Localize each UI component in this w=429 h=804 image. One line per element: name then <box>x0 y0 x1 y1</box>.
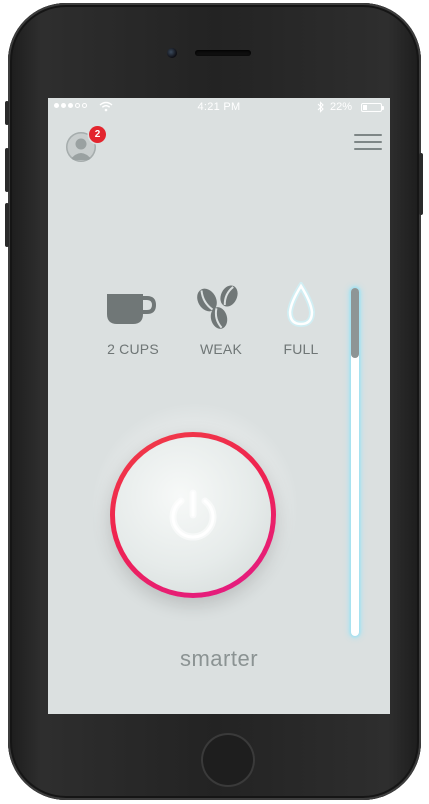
coffee-cup-icon <box>107 294 157 324</box>
coffee-beans-icon <box>197 285 238 329</box>
home-button[interactable] <box>203 735 253 785</box>
cups-label: 2 CUPS <box>107 341 159 357</box>
battery-icon <box>361 103 384 112</box>
power-side-button <box>419 153 423 215</box>
power-icon <box>169 489 217 541</box>
brand-logo: smarter <box>179 646 259 671</box>
water-level-slider[interactable] <box>351 288 359 636</box>
front-camera <box>167 48 177 58</box>
earpiece-speaker <box>195 50 251 56</box>
mute-switch <box>5 101 9 125</box>
strength-label: WEAK <box>199 341 243 357</box>
water-label: FULL <box>283 341 319 357</box>
app-screen: 4:21 PM 22% 2 2 CUPS WEAK FULL smarter <box>48 98 390 714</box>
battery-percent: 22% <box>330 101 353 113</box>
volume-down-button <box>5 203 9 247</box>
hamburger-menu-icon[interactable] <box>354 134 382 152</box>
bluetooth-icon <box>317 101 324 113</box>
volume-up-button <box>5 148 9 192</box>
battery-level <box>363 105 367 110</box>
power-button[interactable] <box>115 437 271 593</box>
water-level-handle[interactable] <box>351 288 359 358</box>
notification-badge: 2 <box>89 126 106 143</box>
water-drop-icon <box>286 282 316 328</box>
status-bar: 4:21 PM 22% <box>48 98 390 118</box>
